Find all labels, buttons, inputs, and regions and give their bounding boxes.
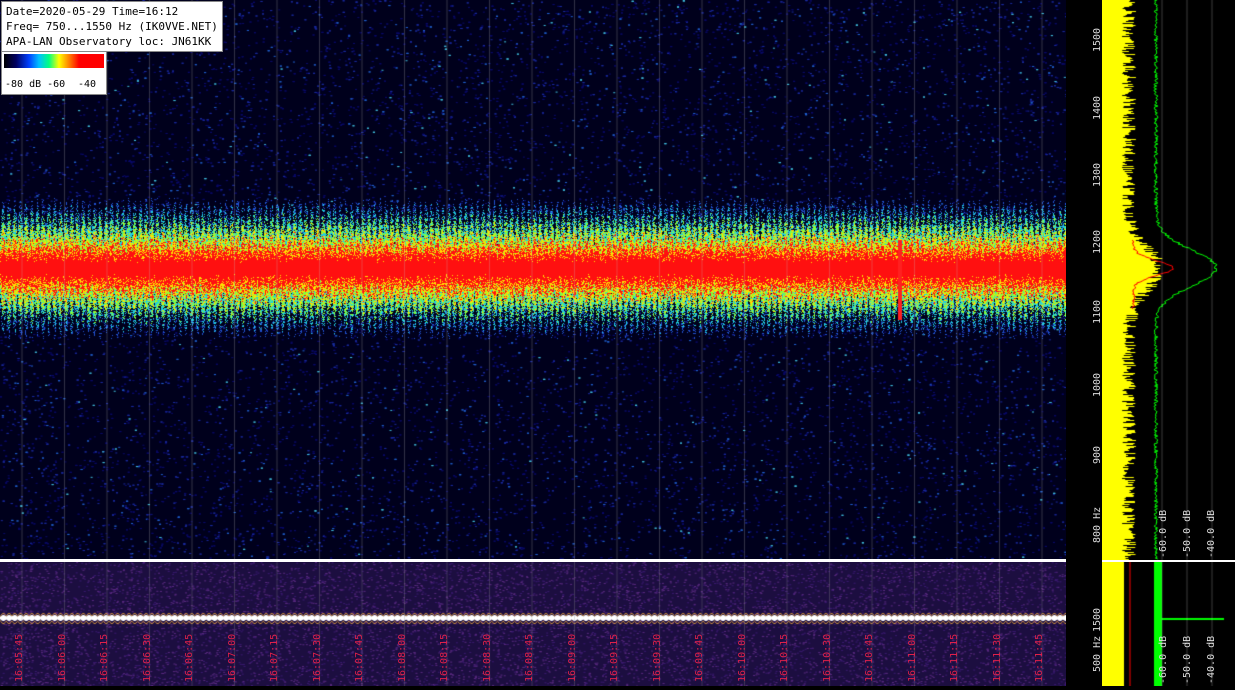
- info-location-line: APA-LAN Observatory loc: JN61KK: [6, 35, 212, 48]
- db-scale-label: -60.0 dB: [1158, 509, 1169, 558]
- info-freq-line: Freq= 750...1550 Hz (IK0VVE.NET): [6, 20, 218, 33]
- time-axis-label: 16:08:30: [481, 633, 493, 682]
- lower-db-scale-label: -60.0 dB: [1158, 635, 1169, 684]
- frequency-tick-label: 1300: [1092, 162, 1103, 187]
- time-axis-label: 16:11:30: [991, 633, 1003, 682]
- frequency-tick-label: 800 Hz: [1092, 506, 1103, 543]
- legend-label-high: -40: [78, 79, 97, 90]
- time-axis-label: 16:10:00: [736, 633, 748, 682]
- waterfall-canvas: [0, 0, 1066, 560]
- time-axis-label: 16:06:00: [56, 633, 68, 682]
- time-axis-label: 16:11:45: [1034, 633, 1045, 682]
- time-axis-label: 16:11:00: [906, 633, 918, 682]
- time-axis-label: 16:06:15: [99, 633, 110, 682]
- spectrum-trace-canvas: [1102, 0, 1235, 560]
- info-box: Date=2020-05-29 Time=16:12 Freq= 750...1…: [1, 1, 223, 52]
- time-axis-label: 16:07:00: [226, 633, 238, 682]
- time-axis-label: 16:07:45: [354, 633, 365, 682]
- time-axis-label: 16:07:30: [311, 633, 323, 682]
- legend-label-low: -80 dB -60: [5, 79, 66, 90]
- lower-db-scale-label: -50.0 dB: [1182, 635, 1193, 684]
- time-axis-label: 16:10:45: [864, 633, 875, 682]
- frequency-tick-label: 1000: [1092, 372, 1103, 397]
- time-axis-label: 16:11:15: [949, 633, 960, 682]
- time-axis-label: 16:08:00: [396, 633, 408, 682]
- time-axis-label: 16:05:45: [14, 633, 25, 682]
- time-axis-label: 16:09:45: [694, 633, 705, 682]
- db-scale-label: -50.0 dB: [1182, 509, 1193, 558]
- time-axis-label: 16:09:30: [651, 633, 663, 682]
- time-axis-label: 16:08:15: [439, 633, 450, 682]
- lower-frequency-tick-label: 500 Hz: [1092, 635, 1103, 672]
- db-scale-label: -40.0 dB: [1206, 509, 1217, 558]
- time-axis-label: 16:08:45: [524, 633, 535, 682]
- lower-db-scale-label: -40.0 dB: [1206, 635, 1217, 684]
- color-scale-legend: -80 dB -60 -40: [1, 51, 107, 95]
- frequency-tick-label: 1400: [1092, 95, 1103, 120]
- frequency-tick-label: 1500: [1092, 27, 1103, 52]
- frequency-tick-label: 900: [1092, 445, 1103, 464]
- lower-frequency-tick-label: 1500: [1092, 607, 1103, 632]
- time-axis-label: 16:06:30: [141, 633, 153, 682]
- time-axis-label: 16:10:30: [821, 633, 833, 682]
- time-axis-label: 16:09:00: [566, 633, 578, 682]
- frequency-tick-label: 1200: [1092, 229, 1103, 254]
- info-date-line: Date=2020-05-29 Time=16:12: [6, 5, 179, 18]
- waterfall-spectrogram[interactable]: [0, 0, 1066, 560]
- time-axis-label: 16:09:15: [609, 633, 620, 682]
- frequency-tick-label: 1100: [1092, 299, 1103, 324]
- time-axis-label: 16:06:45: [184, 633, 195, 682]
- time-axis-label: 16:10:15: [779, 633, 790, 682]
- spectrum-trace-panel: [1102, 0, 1235, 560]
- color-scale-bar: [4, 54, 104, 68]
- panel-divider: [0, 559, 1235, 562]
- time-axis-label: 16:07:15: [269, 633, 280, 682]
